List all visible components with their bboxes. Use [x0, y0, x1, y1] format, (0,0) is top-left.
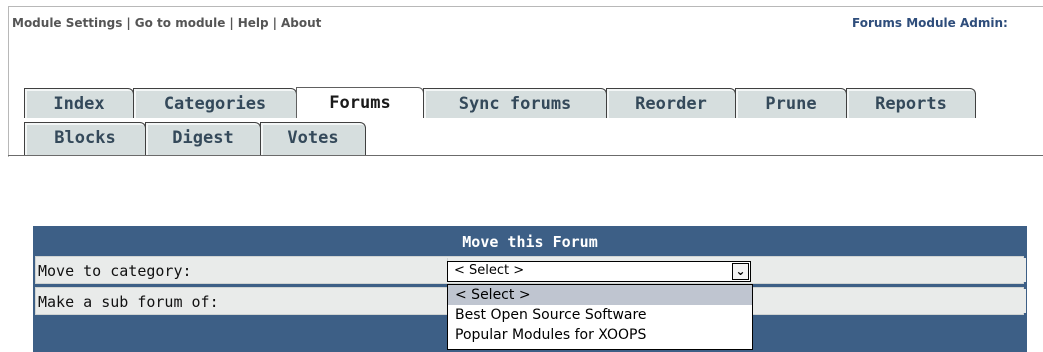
- link-separator: |: [272, 16, 278, 30]
- tab-votes[interactable]: Votes: [260, 122, 366, 156]
- dropdown-option[interactable]: < Select >: [448, 285, 752, 305]
- tab-prune[interactable]: Prune: [735, 88, 847, 118]
- tab-baseline: [8, 155, 1043, 156]
- tab-reports[interactable]: Reports: [846, 88, 976, 118]
- top-links-bar: Module Settings | Go to module | Help | About: [12, 16, 321, 30]
- tab-index[interactable]: Index: [24, 88, 134, 118]
- sub-forum-label: Make a sub forum of:: [38, 293, 219, 311]
- tab-reorder[interactable]: Reorder: [606, 88, 736, 118]
- dropdown-option[interactable]: Popular Modules for XOOPS: [448, 325, 752, 345]
- tab-blocks[interactable]: Blocks: [24, 122, 146, 156]
- tab-digest[interactable]: Digest: [145, 122, 261, 156]
- link-help[interactable]: Help: [238, 16, 269, 30]
- category-select-value: < Select >: [454, 263, 525, 278]
- link-about[interactable]: About: [281, 16, 321, 30]
- admin-title: Forums Module Admin:: [852, 16, 1008, 30]
- link-separator: |: [126, 16, 131, 30]
- tab-categories[interactable]: Categories: [133, 88, 297, 118]
- link-module-settings[interactable]: Module Settings: [12, 16, 122, 30]
- category-dropdown-list: < Select > Best Open Source Software Pop…: [447, 284, 753, 350]
- panel-title: Move this Forum: [462, 233, 598, 251]
- category-select[interactable]: < Select > ⌄: [447, 261, 751, 282]
- link-go-to-module[interactable]: Go to module: [135, 16, 226, 30]
- link-separator: |: [229, 16, 234, 30]
- tab-forums[interactable]: Forums: [296, 87, 424, 118]
- chevron-down-icon[interactable]: ⌄: [732, 263, 749, 280]
- tab-sync-forums[interactable]: Sync forums: [423, 88, 607, 118]
- move-category-label: Move to category:: [38, 262, 192, 280]
- dropdown-option[interactable]: Best Open Source Software: [448, 305, 752, 325]
